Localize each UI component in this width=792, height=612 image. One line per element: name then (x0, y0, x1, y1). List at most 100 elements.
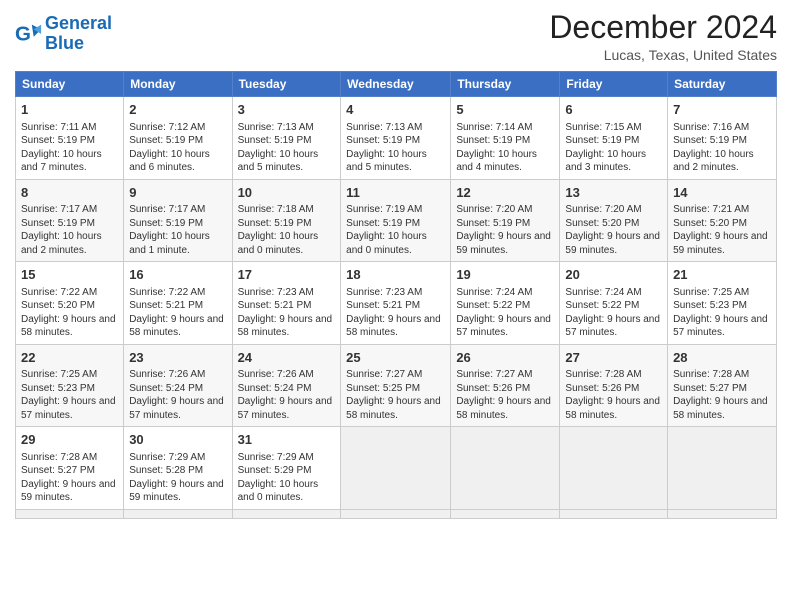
calendar-cell: 16 Sunrise: 7:22 AM Sunset: 5:21 PM Dayligh… (124, 262, 232, 345)
daylight-text: Daylight: 9 hours and 59 minutes. (673, 231, 768, 256)
calendar-cell: 4Sunrise: 7:13 AMSunset: 5:19 PMDaylight… (341, 97, 451, 180)
daylight-text: Daylight: 9 hours and 58 minutes. (673, 396, 768, 421)
calendar-cell: 15Sunrise: 7:22 AMSunset: 5:20 PMDayligh… (16, 262, 124, 345)
title-block: December 2024 Lucas, Texas, United State… (549, 10, 777, 63)
daylight-text: Daylight: 10 hours and 6 minutes. (129, 149, 210, 174)
day-number: 23 (129, 349, 226, 367)
day-number: 20 (565, 266, 662, 284)
sunrise-text: Sunrise: 7:18 AM (238, 204, 314, 215)
logo-icon: G (15, 20, 43, 48)
calendar-cell (341, 509, 451, 518)
sunset-text: Sunset: 5:21 PM (129, 300, 203, 311)
sunset-text: Sunset: 5:20 PM (21, 300, 95, 311)
day-number: 11 (346, 184, 445, 202)
calendar-table: Sunday Monday Tuesday Wednesday Thursday… (15, 71, 777, 519)
sunset-text: Sunset: 5:22 PM (456, 300, 530, 311)
calendar-cell: 18Sunrise: 7:23 AMSunset: 5:21 PMDayligh… (341, 262, 451, 345)
sunrise-text: Sunrise: 7:27 AM (456, 369, 532, 380)
day-number: 15 (21, 266, 118, 284)
calendar-cell (16, 509, 124, 518)
calendar-cell: 12Sunrise: 7:20 AMSunset: 5:19 PMDayligh… (451, 179, 560, 262)
daylight-text: Daylight: 9 hours and 58 minutes. (129, 314, 224, 339)
day-number: 21 (673, 266, 771, 284)
day-number: 5 (456, 101, 554, 119)
calendar-cell: 1Sunrise: 7:11 AMSunset: 5:19 PMDaylight… (16, 97, 124, 180)
calendar-cell (451, 509, 560, 518)
day-number: 16 (129, 266, 226, 284)
daylight-text: Daylight: 10 hours and 1 minute. (129, 231, 210, 256)
calendar-cell (232, 509, 341, 518)
day-number: 13 (565, 184, 662, 202)
daylight-text: Daylight: 9 hours and 57 minutes. (21, 396, 116, 421)
calendar-cell: 9Sunrise: 7:17 AMSunset: 5:19 PMDaylight… (124, 179, 232, 262)
calendar-row: 22Sunrise: 7:25 AMSunset: 5:23 PMDayligh… (16, 344, 777, 427)
sunrise-text: Sunrise: 7:27 AM (346, 369, 422, 380)
calendar-cell: 27Sunrise: 7:28 AMSunset: 5:26 PMDayligh… (560, 344, 668, 427)
sunset-text: Sunset: 5:19 PM (238, 218, 312, 229)
sunset-text: Sunset: 5:19 PM (129, 135, 203, 146)
sunrise-text: Sunrise: 7:20 AM (565, 204, 641, 215)
day-number: 12 (456, 184, 554, 202)
calendar-cell: 5Sunrise: 7:14 AMSunset: 5:19 PMDaylight… (451, 97, 560, 180)
calendar-cell: 30Sunrise: 7:29 AMSunset: 5:28 PMDayligh… (124, 427, 232, 510)
sunset-text: Sunset: 5:26 PM (565, 383, 639, 394)
calendar-cell: 14Sunrise: 7:21 AMSunset: 5:20 PMDayligh… (668, 179, 777, 262)
daylight-text: Daylight: 10 hours and 7 minutes. (21, 149, 102, 174)
sunset-text: Sunset: 5:19 PM (21, 218, 95, 229)
sunset-text: Sunset: 5:21 PM (238, 300, 312, 311)
sunrise-text: Sunrise: 7:13 AM (346, 122, 422, 133)
sunrise-text: Sunrise: 7:26 AM (238, 369, 314, 380)
sunset-text: Sunset: 5:19 PM (565, 135, 639, 146)
sunrise-text: Sunrise: 7:25 AM (21, 369, 97, 380)
sunrise-text: Sunrise: 7:24 AM (456, 287, 532, 298)
calendar-cell: 25Sunrise: 7:27 AMSunset: 5:25 PMDayligh… (341, 344, 451, 427)
calendar-cell: 28Sunrise: 7:28 AMSunset: 5:27 PMDayligh… (668, 344, 777, 427)
day-number: 1 (21, 101, 118, 119)
day-number: 10 (238, 184, 336, 202)
daylight-text: Daylight: 9 hours and 58 minutes. (346, 396, 441, 421)
header-friday: Friday (560, 72, 668, 97)
sunset-text: Sunset: 5:20 PM (565, 218, 639, 229)
header-monday: Monday (124, 72, 232, 97)
day-number: 19 (456, 266, 554, 284)
sunset-text: Sunset: 5:29 PM (238, 465, 312, 476)
sunset-text: Sunset: 5:19 PM (456, 218, 530, 229)
sunset-text: Sunset: 5:19 PM (456, 135, 530, 146)
calendar-cell (451, 427, 560, 510)
sunset-text: Sunset: 5:19 PM (673, 135, 747, 146)
daylight-text: Daylight: 9 hours and 58 minutes. (21, 314, 116, 339)
daylight-text: Daylight: 9 hours and 58 minutes. (346, 314, 441, 339)
calendar-row: 8 Sunrise: 7:17 AM Sunset: 5:19 PM Daylight… (16, 179, 777, 262)
day-number: 8 (21, 184, 118, 202)
daylight-text: Daylight: 10 hours and 5 minutes. (346, 149, 427, 174)
sunset-text: Sunset: 5:27 PM (21, 465, 95, 476)
calendar-cell: 17Sunrise: 7:23 AMSunset: 5:21 PMDayligh… (232, 262, 341, 345)
svg-text:G: G (15, 22, 31, 45)
weekday-header-row: Sunday Monday Tuesday Wednesday Thursday… (16, 72, 777, 97)
sunrise-text: Sunrise: 7:17 AM (21, 204, 97, 215)
calendar-cell: 24Sunrise: 7:26 AMSunset: 5:24 PMDayligh… (232, 344, 341, 427)
daylight-text: Daylight: 10 hours and 0 minutes. (346, 231, 427, 256)
location-title: Lucas, Texas, United States (549, 47, 777, 63)
sunrise-text: Sunrise: 7:19 AM (346, 204, 422, 215)
sunset-text: Sunset: 5:19 PM (346, 135, 420, 146)
sunrise-text: Sunrise: 7:22 AM (129, 287, 205, 298)
day-number: 14 (673, 184, 771, 202)
calendar-cell: 7Sunrise: 7:16 AMSunset: 5:19 PMDaylight… (668, 97, 777, 180)
sunset-text: Sunset: 5:28 PM (129, 465, 203, 476)
daylight-text: Daylight: 10 hours and 2 minutes. (673, 149, 754, 174)
sunrise-text: Sunrise: 7:11 AM (21, 122, 96, 133)
sunrise-text: Sunrise: 7:12 AM (129, 122, 205, 133)
calendar-cell: 26Sunrise: 7:27 AMSunset: 5:26 PMDayligh… (451, 344, 560, 427)
header-sunday: Sunday (16, 72, 124, 97)
sunrise-text: Sunrise: 7:20 AM (456, 204, 532, 215)
day-number: 24 (238, 349, 336, 367)
sunrise-text: Sunrise: 7:28 AM (673, 369, 749, 380)
calendar-cell (668, 509, 777, 518)
page-container: G General Blue December 2024 Lucas, Texa… (0, 0, 792, 529)
daylight-text: Daylight: 9 hours and 59 minutes. (21, 479, 116, 504)
calendar-cell: 6Sunrise: 7:15 AMSunset: 5:19 PMDaylight… (560, 97, 668, 180)
sunset-text: Sunset: 5:22 PM (565, 300, 639, 311)
calendar-cell: 29Sunrise: 7:28 AMSunset: 5:27 PMDayligh… (16, 427, 124, 510)
logo-general: General (45, 13, 112, 33)
